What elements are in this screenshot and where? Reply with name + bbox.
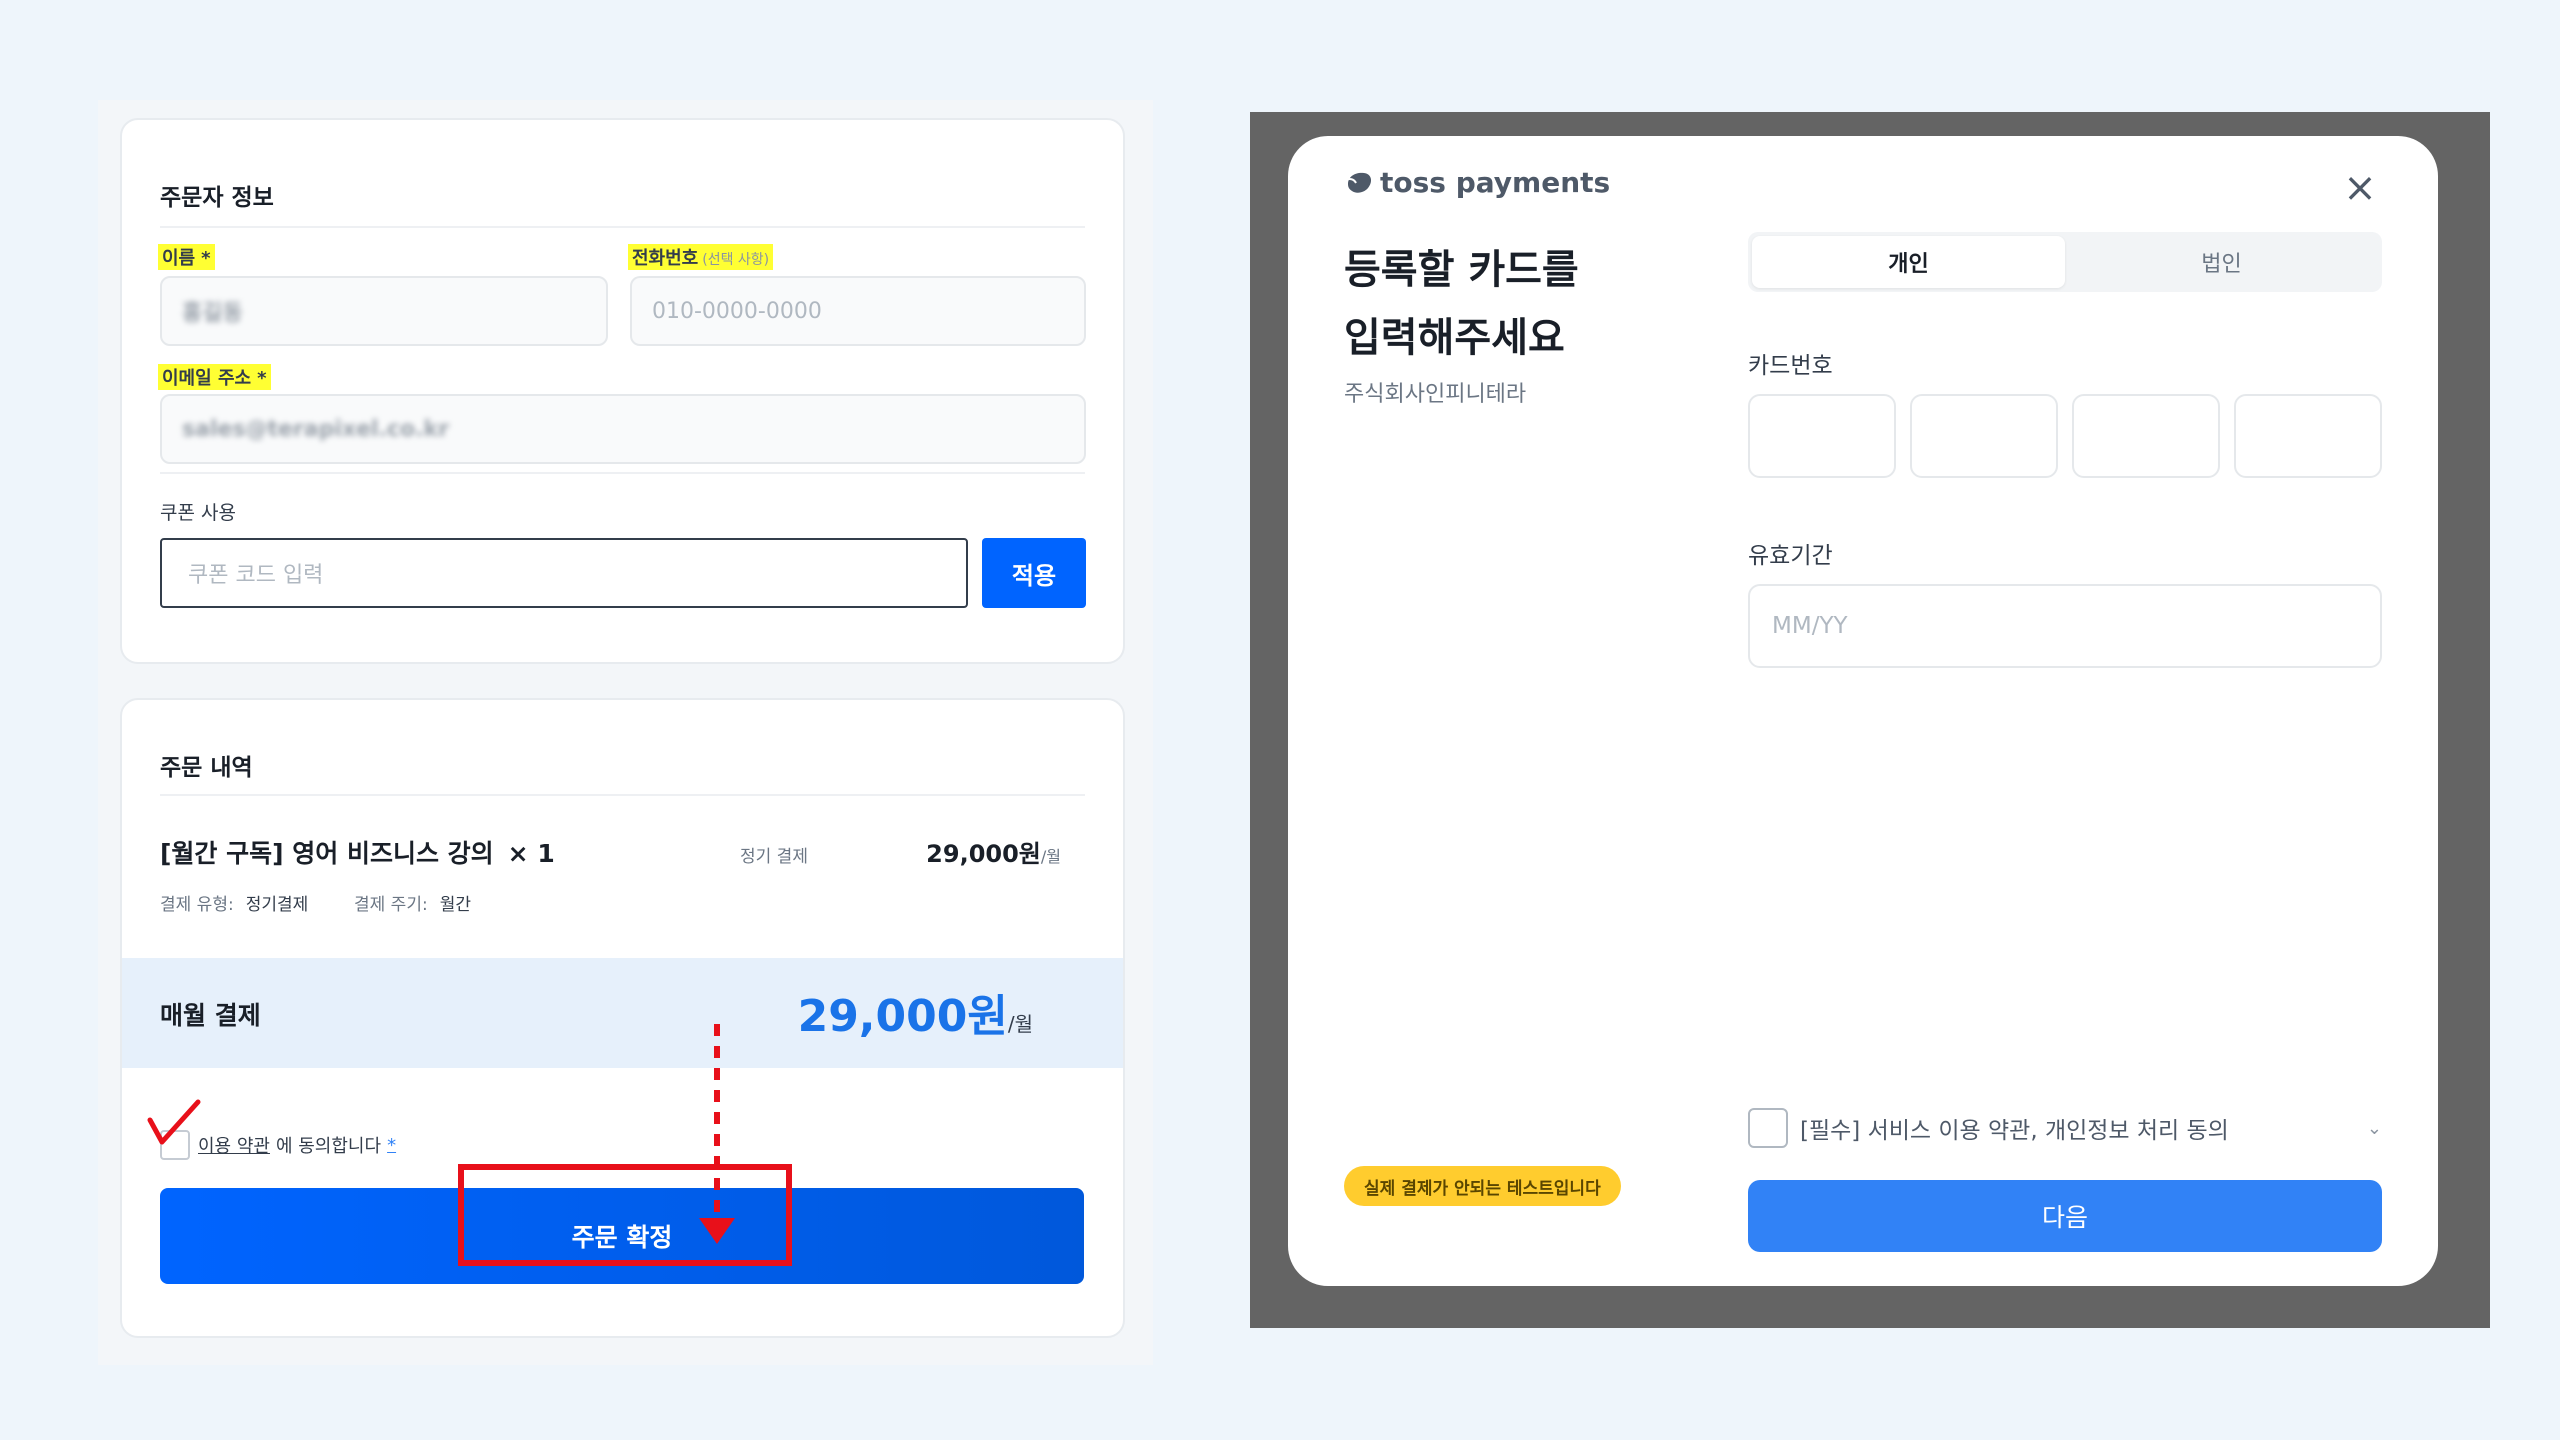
consent-row[interactable]: [필수] 서비스 이용 약관, 개인정보 처리 동의 ⌄ [1748,1108,2382,1148]
agree-text: 에 동의합니다 [275,1136,382,1157]
payment-type-label: 결제 유형: [160,895,234,915]
checkmark-annotation-icon [147,1099,201,1145]
expiry-input[interactable]: MM/YY [1748,584,2382,668]
card-number-input-3[interactable] [2072,394,2220,478]
toss-logo-icon [1344,172,1372,193]
brand-name: toss payments [1380,166,1611,199]
test-mode-badge: 실제 결제가 안되는 테스트입니다 [1344,1166,1621,1206]
order-summary-title: 주문 내역 [160,755,253,781]
required-mark: * [257,368,267,389]
divider [160,226,1085,228]
expiry-label: 유효기간 [1748,543,1833,569]
payment-type: 결제 유형: 정기결제 [160,890,308,915]
apply-coupon-button[interactable]: 적용 [982,538,1086,608]
coupon-placeholder: 쿠폰 코드 입력 [188,563,324,588]
coupon-label: 쿠폰 사용 [160,502,236,524]
close-icon[interactable]: × [2338,165,2382,211]
required-mark: * [387,1134,397,1156]
screenshot-stage: 주문자 정보 이름 * 홍길동 전화번호 (선택 사항) 010-0000-0000… [0,0,2560,1440]
card-number-input-1[interactable] [1748,394,1896,478]
consent-text: [필수] 서비스 이용 약관, 개인정보 처리 동의 [1800,1118,2229,1144]
per-month: /월 [1040,847,1061,866]
name-input[interactable]: 홍길동 [160,276,608,346]
payment-cycle: 결제 주기: 월간 [354,890,471,915]
phone-optional: (선택 사항) [702,252,770,268]
monthly-price-value: 29,000원 [797,991,1008,1042]
email-value: sales@terapixel.co.kr [182,416,449,442]
orderer-info-title: 주문자 정보 [160,185,274,211]
expiry-placeholder: MM/YY [1772,613,1848,639]
modal-title: 등록할 카드를 입력해주세요 [1344,236,1644,372]
phone-label-text: 전화번호 [632,248,699,269]
product-name-text: [월간 구독] 영어 비즈니스 강의 [160,839,494,868]
modal-title-line1: 등록할 카드를 [1344,247,1579,293]
divider [160,472,1085,474]
consent-checkbox[interactable] [1748,1108,1788,1148]
orderer-info-card: 주문자 정보 이름 * 홍길동 전화번호 (선택 사항) 010-0000-0000… [120,118,1125,664]
per-month: /월 [1007,1012,1033,1036]
email-input[interactable]: sales@terapixel.co.kr [160,394,1086,464]
card-number-inputs [1748,394,2382,478]
card-number-label: 카드번호 [1748,353,1833,379]
price-value: 29,000원 [926,840,1041,868]
monthly-payment-price: 29,000원/월 [798,980,1033,1044]
phone-placeholder: 010-0000-0000 [652,298,822,324]
toss-brand: toss payments [1344,166,1610,199]
monthly-payment-band: 매월 결제 29,000원/월 [122,958,1123,1068]
payment-cycle-label: 결제 주기: [354,895,428,915]
confirm-button-highlight-box [458,1164,792,1266]
terms-link[interactable]: 이용 약관 [198,1132,270,1158]
chevron-down-icon[interactable]: ⌄ [2367,1118,2382,1139]
name-label: 이름 * [158,244,215,270]
card-type-toggle: 개인 법인 [1748,232,2382,292]
card-registration-modal: toss payments × 등록할 카드를 입력해주세요 주식회사인피니테라… [1288,136,2438,1286]
card-number-input-2[interactable] [1910,394,2058,478]
tab-corporate[interactable]: 법인 [2065,236,2378,288]
payment-type-value: 정기결제 [245,895,309,915]
monthly-payment-label: 매월 결제 [160,1001,261,1030]
merchant-name: 주식회사인피니테라 [1344,382,1527,407]
modal-title-line2: 입력해주세요 [1344,315,1565,361]
billing-tag: 정기 결제 [740,847,808,867]
tab-personal[interactable]: 개인 [1752,236,2065,288]
required-mark: * [201,248,211,269]
name-label-text: 이름 [162,248,196,269]
product-price: 29,000원/월 [926,834,1061,869]
product-name: [월간 구독] 영어 비즈니스 강의 × 1 [160,834,555,870]
email-label: 이메일 주소 * [158,364,271,390]
payment-cycle-value: 월간 [439,895,471,915]
next-button[interactable]: 다음 [1748,1180,2382,1252]
divider [160,794,1085,796]
product-quantity: × 1 [507,839,555,868]
phone-input[interactable]: 010-0000-0000 [630,276,1086,346]
checkout-panel: 주문자 정보 이름 * 홍길동 전화번호 (선택 사항) 010-0000-0000… [98,100,1153,1365]
coupon-input[interactable]: 쿠폰 코드 입력 [160,538,968,608]
email-label-text: 이메일 주소 [162,368,252,389]
card-number-input-4[interactable] [2234,394,2382,478]
phone-label: 전화번호 (선택 사항) [628,244,774,270]
name-value: 홍길동 [182,301,243,326]
